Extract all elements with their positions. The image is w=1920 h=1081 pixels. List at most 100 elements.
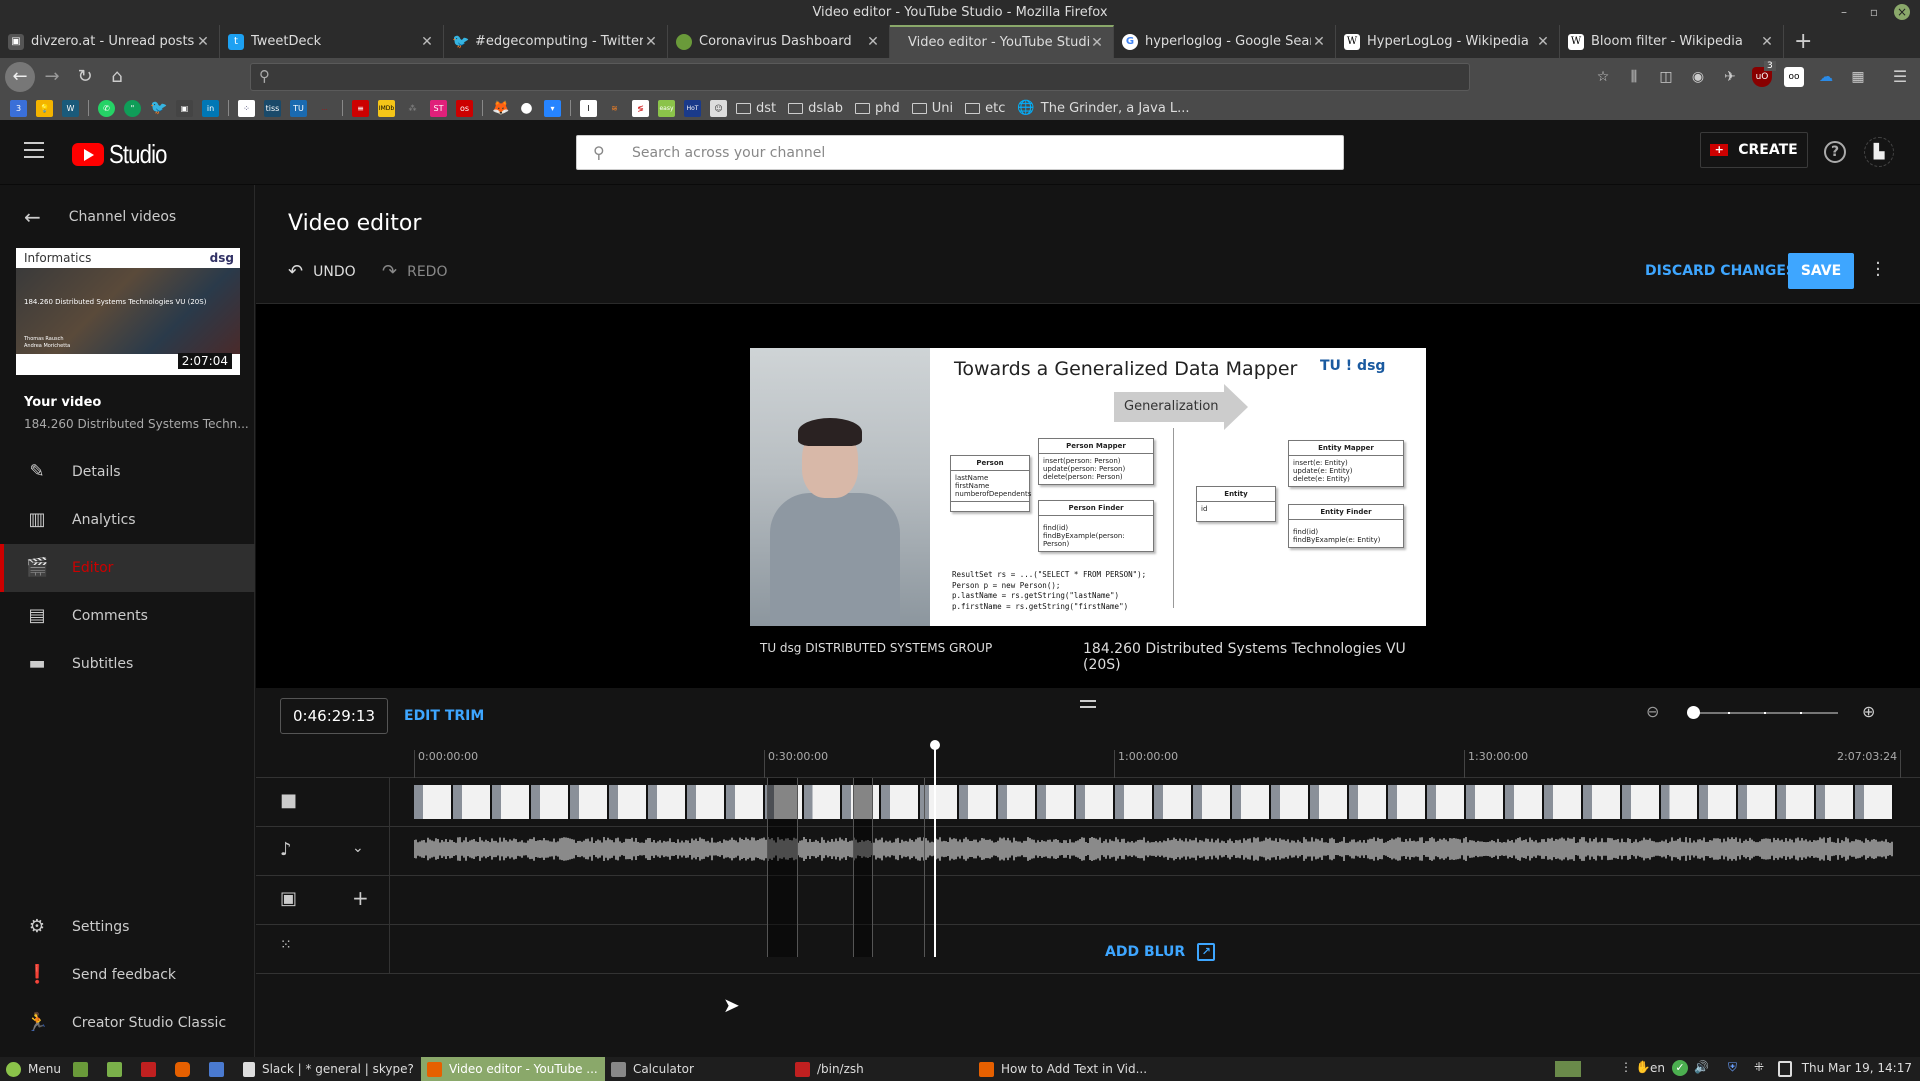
bookmark-icon[interactable]: ...	[316, 100, 333, 117]
video-filmstrip[interactable]	[414, 785, 1895, 819]
sidebar-item-subtitles[interactable]: ▬ Subtitles	[0, 640, 255, 688]
menu-icon[interactable]: ☰	[1890, 67, 1910, 87]
update-check-icon[interactable]: ✓	[1672, 1060, 1688, 1076]
wunderlist-bookmark-icon[interactable]: W	[62, 99, 79, 117]
cut-region[interactable]	[853, 778, 872, 957]
imdb-bookmark-icon[interactable]: IMDb	[378, 99, 395, 117]
linkedin-bookmark-icon[interactable]: in	[202, 99, 219, 117]
close-icon[interactable]: ✕	[865, 34, 881, 50]
tab-divzero[interactable]: ▣ divzero.at - Unread posts ✕	[0, 25, 220, 58]
sidebar-item-analytics[interactable]: ▥ Analytics	[0, 496, 255, 544]
more-options-icon[interactable]: · · ·	[1873, 255, 1883, 285]
url-bar[interactable]: ⚲	[250, 63, 1470, 91]
minimize-button[interactable]: –	[1836, 4, 1852, 20]
back-to-channel-videos[interactable]: ← Channel videos	[24, 205, 176, 229]
help-icon[interactable]: ?	[1824, 141, 1846, 163]
video-frame[interactable]: Towards a Generalized Data Mapper TU ! d…	[750, 348, 1426, 626]
bookmark-folder-uni[interactable]: Uni	[911, 101, 953, 116]
tab-google-search[interactable]: Ghyperloglog - Google Search✕	[1114, 25, 1336, 58]
cut-marker[interactable]	[853, 778, 854, 957]
st-bookmark-icon[interactable]: ST	[430, 99, 447, 117]
add-icon[interactable]: +	[352, 886, 369, 910]
resize-handle[interactable]	[1080, 700, 1096, 708]
maximize-button[interactable]: ▫	[1866, 4, 1882, 20]
hangouts-bookmark-icon[interactable]: "	[124, 99, 141, 117]
keyboard-layout[interactable]: en	[1650, 1061, 1665, 1075]
youtube-studio-logo[interactable]: Studio	[72, 139, 177, 170]
home-button[interactable]: ⌂	[102, 62, 132, 92]
zoom-out-icon[interactable]: ⊖	[1646, 702, 1659, 721]
tuwien-bookmark-icon[interactable]: TU	[290, 99, 307, 117]
network-icon[interactable]: ⁜	[1754, 1060, 1764, 1074]
tab-bloom-wiki[interactable]: W Bloom filter - Wikipedia ✕	[1560, 25, 1784, 58]
extension-grid-icon[interactable]: ▦	[1848, 67, 1868, 87]
tab-hyperloglog-wiki[interactable]: W HyperLogLog - Wikipedia ✕	[1336, 25, 1560, 58]
avatar[interactable]: ▙	[1864, 137, 1894, 167]
gitlab-bookmark-icon[interactable]: 🦊	[492, 100, 509, 117]
clock[interactable]: Thu Mar 19, 14:17	[1802, 1061, 1912, 1075]
sidebar-icon[interactable]: ◫	[1656, 67, 1676, 87]
cut-marker[interactable]	[797, 778, 798, 957]
cut-marker[interactable]	[872, 778, 873, 957]
task-video-editor[interactable]: Video editor - YouTube ...	[420, 1057, 605, 1081]
bookmark-folder-etc[interactable]: etc	[965, 101, 1005, 116]
sidebar-item-details[interactable]: ✎ Details	[0, 448, 255, 496]
tab-coronavirus[interactable]: Coronavirus Dashboard ✕	[668, 25, 890, 58]
audio-waveform[interactable]	[414, 837, 1894, 861]
bookmark-icon[interactable]: ≶	[632, 99, 649, 117]
hamburger-menu-icon[interactable]	[24, 142, 44, 158]
sidebar-item-comments[interactable]: ▤ Comments	[0, 592, 255, 640]
tiss-bookmark-icon[interactable]: tiss	[264, 99, 281, 117]
whatsapp-bookmark-icon[interactable]: ✆	[98, 99, 115, 117]
privacy-badger-icon[interactable]: oo	[1784, 67, 1804, 87]
bookmark-star-icon[interactable]: ☆	[1593, 67, 1613, 87]
create-button[interactable]: + CREATE	[1700, 132, 1808, 168]
cut-region[interactable]	[767, 778, 797, 957]
launcher-terminal[interactable]	[135, 1057, 169, 1081]
dict-bookmark-icon[interactable]: ≡	[352, 99, 369, 117]
extension-icon[interactable]: ✈	[1720, 67, 1740, 87]
tweetdeck-bookmark-icon[interactable]: ▣	[176, 99, 193, 117]
bookmark-link-grinder[interactable]: 🌐 The Grinder, a Java L...	[1017, 100, 1189, 116]
account-icon[interactable]: ◉	[1688, 67, 1708, 87]
launcher-show-desktop[interactable]	[67, 1057, 101, 1081]
launcher-files[interactable]	[101, 1057, 135, 1081]
redo-button[interactable]: ↷ REDO	[382, 261, 447, 282]
calendar-bookmark-icon[interactable]: 3	[10, 99, 27, 117]
add-blur-button[interactable]: ADD BLUR ↗	[1105, 943, 1216, 961]
close-icon[interactable]: ✕	[195, 34, 211, 50]
discard-changes-button[interactable]: DISCARD CHANGES	[1645, 263, 1796, 279]
back-button[interactable]: ←	[5, 62, 35, 92]
start-menu-button[interactable]: Menu	[0, 1057, 67, 1081]
music-note-icon[interactable]: ♪	[280, 839, 292, 860]
zoom-slider-knob[interactable]	[1687, 706, 1700, 719]
close-icon[interactable]: ✕	[419, 34, 435, 50]
close-icon[interactable]: ✕	[1311, 34, 1327, 50]
new-tab-button[interactable]: +	[1784, 25, 1822, 58]
launcher-firefox[interactable]	[169, 1057, 203, 1081]
timecode-field[interactable]: 0:46:29:13	[280, 698, 388, 734]
forward-button[interactable]: →	[37, 62, 67, 92]
bookmark-folder-phd[interactable]: phd	[854, 101, 900, 116]
easy-bookmark-icon[interactable]: easy	[658, 99, 675, 117]
save-button[interactable]: SAVE	[1788, 253, 1854, 289]
close-icon[interactable]: ✕	[1535, 34, 1551, 50]
zoom-in-icon[interactable]: ⊕	[1862, 702, 1875, 721]
tab-twitter[interactable]: 🐦 #edgecomputing - Twitter S ✕	[444, 25, 668, 58]
sidebar-item-creator-studio-classic[interactable]: 🏃 Creator Studio Classic	[0, 999, 255, 1047]
task-calculator[interactable]: Calculator	[605, 1057, 789, 1081]
launcher-mail[interactable]	[203, 1057, 237, 1081]
bitbucket-bookmark-icon[interactable]: ▾	[544, 99, 561, 117]
channel-search[interactable]: ⚲	[576, 135, 1344, 170]
workspace-switcher[interactable]	[1555, 1061, 1581, 1077]
cut-marker[interactable]	[924, 778, 925, 957]
volume-icon[interactable]: 🔊	[1694, 1060, 1709, 1074]
playhead[interactable]	[929, 740, 940, 957]
sidebar-item-settings[interactable]: ⚙ Settings	[0, 903, 255, 951]
cloud-icon[interactable]: ☁	[1816, 67, 1836, 87]
edit-trim-button[interactable]: EDIT TRIM	[404, 708, 484, 724]
tab-video-editor[interactable]: Video editor - YouTube Studio ✕	[890, 25, 1114, 58]
library-icon[interactable]: ⫼	[1624, 67, 1644, 87]
sidebar-item-send-feedback[interactable]: ❗ Send feedback	[0, 951, 255, 999]
cut-marker[interactable]	[767, 778, 768, 957]
